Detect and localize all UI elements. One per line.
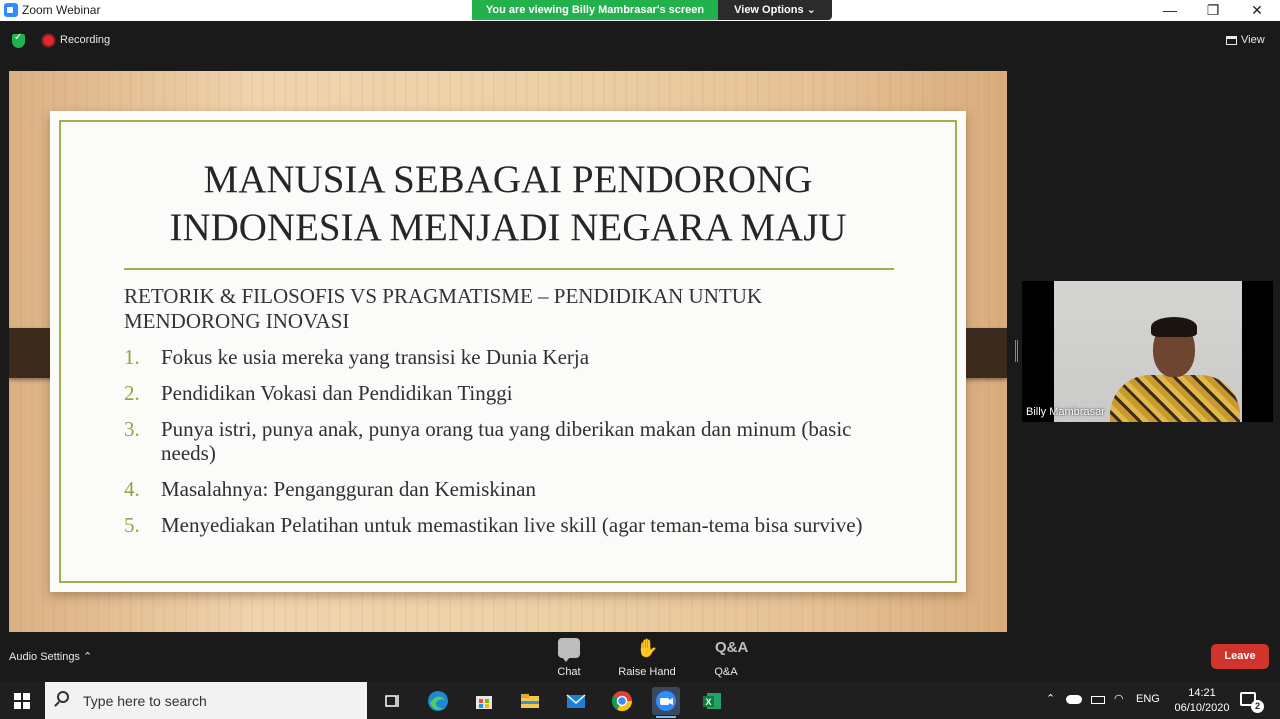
slide-page: MANUSIA SEBAGAI PENDORONG INDONESIA MENJ… bbox=[50, 111, 966, 592]
windows-taskbar: Type here to search X ⌃ ◠ ENG bbox=[0, 682, 1280, 719]
slide-subtitle: RETORIK & FILOSOFIS VS PRAGMATISME – PEN… bbox=[124, 284, 763, 333]
view-label: View bbox=[1241, 34, 1265, 46]
slide-title: MANUSIA SEBAGAI PENDORONG INDONESIA MENJ… bbox=[50, 156, 966, 252]
point-text: Masalahnya: Pengangguran dan Kemiskinan bbox=[161, 477, 536, 501]
language-indicator[interactable]: ENG bbox=[1136, 693, 1160, 705]
edge-browser-icon[interactable] bbox=[424, 687, 452, 715]
task-view-icon[interactable] bbox=[378, 687, 406, 715]
shared-screen: MANUSIA SEBAGAI PENDORONG INDONESIA MENJ… bbox=[9, 71, 1007, 632]
qa-button[interactable]: Q&A Q&A bbox=[696, 638, 756, 678]
active-app-indicator bbox=[656, 716, 676, 718]
slide-title-line-2: INDONESIA MENJADI NEGARA MAJU bbox=[169, 206, 847, 249]
screen-share-banner: You are viewing Billy Mambrasar's screen… bbox=[472, 0, 832, 20]
point-text: Menyediakan Pelatihan untuk memastikan l… bbox=[161, 513, 863, 537]
slide-point: 3. Punya istri, punya anak, punya orang … bbox=[124, 417, 894, 465]
recording-label[interactable]: Recording bbox=[60, 34, 110, 46]
participant-video[interactable]: Billy Mambrasar bbox=[1022, 281, 1273, 422]
excel-icon[interactable]: X bbox=[698, 687, 726, 715]
svg-text:X: X bbox=[706, 697, 712, 707]
qa-icon: Q&A bbox=[715, 639, 749, 656]
view-grid-icon bbox=[1226, 35, 1237, 45]
close-button[interactable]: ✕ bbox=[1234, 0, 1280, 21]
video-feed bbox=[1054, 281, 1242, 422]
panel-resize-handle[interactable] bbox=[1015, 340, 1018, 362]
slide-point: 2. Pendidikan Vokasi dan Pendidikan Ting… bbox=[124, 381, 894, 405]
chat-label: Chat bbox=[557, 666, 581, 678]
slide-point: 4. Masalahnya: Pengangguran dan Kemiskin… bbox=[124, 477, 894, 501]
clock-date: 06/10/2020 bbox=[1174, 702, 1230, 714]
speaker-hair bbox=[1151, 317, 1197, 337]
view-options-button[interactable]: View Options ⌄ bbox=[718, 0, 832, 20]
encryption-shield-icon[interactable] bbox=[12, 32, 25, 48]
view-button[interactable]: View bbox=[1226, 34, 1265, 46]
chat-button[interactable]: Chat bbox=[539, 638, 599, 678]
windows-start-icon[interactable] bbox=[14, 693, 30, 709]
point-number: 5. bbox=[124, 513, 140, 537]
point-text: Pendidikan Vokasi dan Pendidikan Tinggi bbox=[161, 381, 513, 405]
recording-icon bbox=[43, 35, 54, 46]
zoom-taskbar-icon[interactable] bbox=[652, 687, 680, 718]
leave-button[interactable]: Leave bbox=[1211, 644, 1269, 669]
participant-name: Billy Mambrasar bbox=[1026, 406, 1105, 418]
search-placeholder: Type here to search bbox=[83, 693, 207, 709]
clock-time: 14:21 bbox=[1188, 687, 1216, 699]
slide-point: 5. Menyediakan Pelatihan untuk memastika… bbox=[124, 513, 894, 537]
wifi-icon[interactable]: ◠ bbox=[1114, 692, 1124, 705]
notification-count: 2 bbox=[1251, 700, 1264, 713]
point-text: Punya istri, punya anak, punya orang tua… bbox=[161, 417, 852, 465]
title-divider bbox=[124, 268, 894, 270]
slide-point: 1. Fokus ke usia mereka yang transisi ke… bbox=[124, 345, 894, 369]
hand-icon: ✋ bbox=[636, 638, 659, 658]
point-number: 4. bbox=[124, 477, 140, 501]
chrome-icon[interactable] bbox=[608, 687, 636, 715]
taskbar-clock[interactable]: 14:21 06/10/2020 bbox=[1168, 686, 1236, 716]
mail-icon[interactable] bbox=[562, 687, 590, 715]
point-number: 2. bbox=[124, 381, 140, 405]
file-explorer-icon[interactable] bbox=[516, 687, 544, 715]
viewing-screen-label: You are viewing Billy Mambrasar's screen bbox=[472, 0, 718, 20]
speaker-body bbox=[1110, 375, 1240, 422]
audio-settings-button[interactable]: Audio Settings ⌃ bbox=[9, 650, 92, 663]
raise-hand-label: Raise Hand bbox=[618, 666, 676, 678]
tray-chevron-icon[interactable]: ⌃ bbox=[1046, 692, 1055, 705]
point-text: Fokus ke usia mereka yang transisi ke Du… bbox=[161, 345, 590, 369]
battery-icon[interactable] bbox=[1091, 696, 1105, 704]
restore-button[interactable]: ❐ bbox=[1190, 0, 1236, 21]
point-number: 1. bbox=[124, 345, 140, 369]
taskbar-search-input[interactable]: Type here to search bbox=[45, 682, 367, 719]
slide-point-list: 1. Fokus ke usia mereka yang transisi ke… bbox=[124, 345, 894, 549]
point-number: 3. bbox=[124, 417, 140, 441]
slide-title-line-1: MANUSIA SEBAGAI PENDORONG bbox=[203, 158, 813, 201]
store-icon[interactable] bbox=[470, 687, 498, 715]
search-icon bbox=[57, 691, 69, 703]
minimize-button[interactable]: — bbox=[1147, 0, 1193, 21]
qa-label: Q&A bbox=[714, 666, 738, 678]
onedrive-icon[interactable] bbox=[1066, 695, 1082, 704]
zoom-app-icon bbox=[4, 3, 18, 17]
window-title: Zoom Webinar bbox=[22, 3, 101, 17]
raise-hand-button[interactable]: ✋ Raise Hand bbox=[617, 638, 677, 678]
chat-icon bbox=[558, 638, 580, 662]
